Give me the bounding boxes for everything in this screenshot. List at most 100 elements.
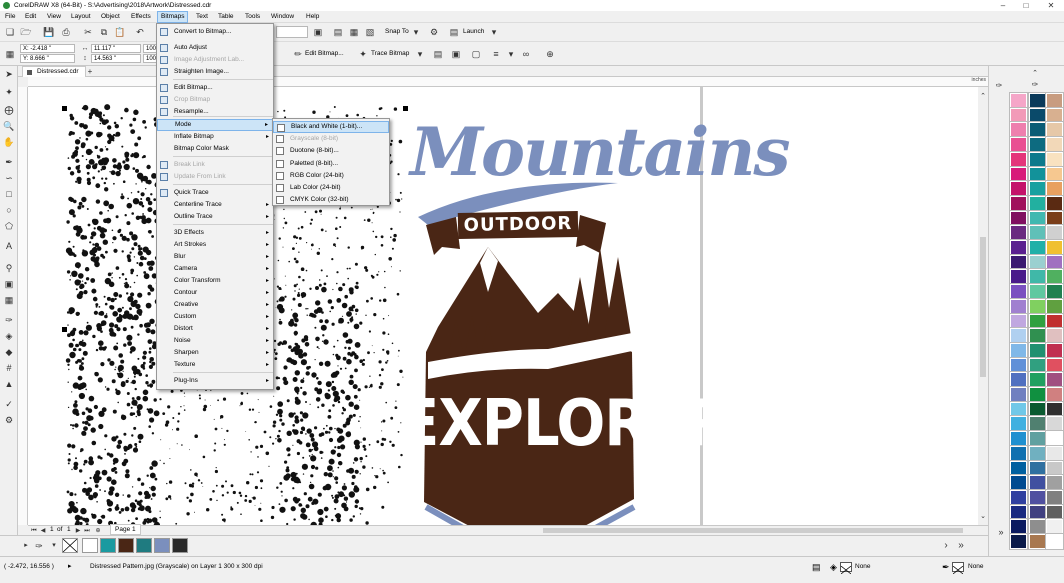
edit-bitmap-button[interactable]: Edit Bitmap... — [305, 48, 344, 60]
crop-bitmap-icon[interactable]: ▢ — [470, 48, 482, 60]
palette-swatch[interactable] — [1045, 121, 1064, 139]
palette-swatch[interactable] — [1045, 253, 1064, 271]
eyedropper-icon[interactable]: ✑ — [993, 80, 1005, 92]
bitmaps-menu-item-custom[interactable]: Custom ▸ — [157, 311, 273, 323]
palette-swatch[interactable] — [1009, 386, 1028, 403]
bitmaps-menu-item-resample[interactable]: Resample... — [157, 106, 273, 118]
palette-swatch[interactable] — [1028, 327, 1047, 345]
palette-swatch[interactable] — [1028, 430, 1047, 448]
horizontal-scroll-thumb[interactable] — [543, 528, 963, 533]
palette-swatch[interactable] — [1045, 150, 1064, 168]
palette-swatch[interactable] — [1009, 180, 1028, 198]
edit-bitmap-icon[interactable]: ✏ — [292, 48, 304, 60]
palette-swatch[interactable] — [1028, 165, 1047, 183]
y-position-field[interactable]: Y: 8.666 " — [20, 54, 75, 63]
palette-swatch[interactable] — [1009, 415, 1028, 433]
palette-swatch[interactable] — [1009, 444, 1028, 462]
no-color-swatch[interactable] — [62, 538, 78, 553]
launch-icon[interactable]: ▤ — [448, 26, 460, 38]
zoom-level-dropdown[interactable] — [276, 26, 308, 38]
palette-swatch[interactable] — [1028, 415, 1047, 433]
trace-bitmap-button[interactable]: Trace Bitmap — [371, 48, 409, 60]
palette-menu-icon[interactable]: ▸ — [20, 540, 32, 552]
play-icon[interactable]: ▸ — [68, 563, 72, 571]
copy-icon[interactable]: ⧉ — [98, 26, 110, 38]
zoom-tool-icon[interactable]: 🔍 — [3, 120, 15, 132]
palette-swatch[interactable] — [1028, 224, 1047, 242]
menu-file[interactable]: File — [2, 11, 18, 23]
text-tool-icon[interactable]: A — [3, 240, 15, 252]
palette-swatch[interactable] — [1045, 444, 1064, 462]
palette-swatch[interactable] — [1045, 518, 1064, 536]
add-icon[interactable]: ⊕ — [544, 48, 556, 60]
resample-icon[interactable]: ▤ — [432, 48, 444, 60]
trace-bitmap-icon[interactable]: ✦ — [357, 48, 369, 60]
doc-swatch-white[interactable] — [82, 538, 98, 553]
palette-swatch[interactable] — [1028, 400, 1047, 418]
palette-swatch[interactable] — [1028, 474, 1047, 492]
palette-swatch[interactable] — [1009, 371, 1028, 389]
palette-swatch[interactable] — [1009, 283, 1028, 301]
undo-icon[interactable]: ↶ — [134, 26, 146, 38]
palette-swatch[interactable] — [1009, 356, 1028, 374]
scroll-left-icon[interactable]: › — [940, 540, 952, 552]
x-position-field[interactable]: X: -2.418 " — [20, 44, 75, 53]
link-icon[interactable]: ∞ — [520, 48, 532, 60]
palette-swatch[interactable] — [1045, 297, 1064, 315]
new-document-icon[interactable]: ❏ — [4, 26, 16, 38]
bitmaps-menu-item-outline-trace[interactable]: Outline Trace ▸ — [157, 211, 273, 223]
mode-submenu-item-3[interactable]: Paletted (8-bit)... — [273, 158, 389, 170]
palette-swatch[interactable] — [1009, 518, 1028, 536]
snap-to-dropdown[interactable]: Snap To — [385, 26, 409, 38]
palette-swatch[interactable] — [1045, 459, 1064, 477]
pan-tool-icon[interactable]: ✋ — [3, 136, 15, 148]
menu-tools[interactable]: Tools — [242, 11, 263, 23]
bitmaps-menu-item-bitmap-color-mask[interactable]: Bitmap Color Mask — [157, 143, 273, 155]
palette-swatch[interactable] — [1045, 386, 1064, 403]
palette-swatch[interactable] — [1028, 209, 1047, 227]
palette-swatch[interactable] — [1028, 533, 1047, 550]
bitmaps-menu-item-straighten-image[interactable]: Straighten Image... — [157, 66, 273, 78]
doc-swatch-teal[interactable] — [100, 538, 116, 553]
palette-swatch[interactable] — [1045, 400, 1064, 418]
bitmaps-menu-item-3d-effects[interactable]: 3D Effects ▸ — [157, 227, 273, 239]
palette-swatch[interactable] — [1028, 106, 1047, 124]
menu-bitmaps[interactable]: Bitmaps — [157, 11, 189, 23]
chevron-down-icon[interactable]: ▾ — [48, 540, 60, 552]
palette-swatch[interactable] — [1028, 444, 1047, 462]
menu-effects[interactable]: Effects — [128, 11, 154, 23]
full-screen-icon[interactable]: ▣ — [312, 26, 324, 38]
bitmaps-menu-item-camera[interactable]: Camera ▸ — [157, 263, 273, 275]
eyedropper-icon[interactable]: ✑ — [33, 540, 45, 552]
paint-bucket-icon[interactable]: ▲ — [3, 378, 15, 390]
width-field[interactable]: 11.117 " — [91, 44, 141, 53]
height-field[interactable]: 14.563 " — [91, 54, 141, 63]
palette-swatch[interactable] — [1028, 136, 1047, 154]
doc-swatch-blue[interactable] — [154, 538, 170, 553]
bitmaps-menu-item-sharpen[interactable]: Sharpen ▸ — [157, 347, 273, 359]
palette-swatch[interactable] — [1045, 341, 1064, 359]
palette-swatch[interactable] — [1028, 371, 1047, 389]
palette-swatch[interactable] — [1009, 474, 1028, 492]
bitmaps-menu-item-centerline-trace[interactable]: Centerline Trace ▸ — [157, 199, 273, 211]
pick-tool-icon[interactable]: ➤ — [3, 68, 15, 80]
palette-swatch[interactable] — [1045, 312, 1064, 330]
menu-edit[interactable]: Edit — [22, 11, 39, 23]
palette-swatch[interactable] — [1045, 533, 1064, 550]
vertical-ruler[interactable] — [18, 87, 28, 525]
palette-swatch[interactable] — [1028, 150, 1047, 168]
chevron-down-icon[interactable]: ▾ — [488, 26, 500, 38]
document-tab[interactable]: Distressed.cdr — [22, 66, 86, 77]
mode-submenu-item-4[interactable]: RGB Color (24-bit) — [273, 170, 389, 182]
palette-swatch[interactable] — [1009, 297, 1028, 315]
scroll-right-icon[interactable]: » — [955, 540, 967, 552]
chevron-down-icon[interactable]: ▾ — [505, 48, 517, 60]
cut-icon[interactable]: ✂ — [82, 26, 94, 38]
palette-swatch[interactable] — [1028, 297, 1047, 315]
mode-submenu-item-0[interactable]: Black and White (1-bit)... — [273, 121, 389, 133]
palette-swatch[interactable] — [1045, 430, 1064, 448]
menu-object[interactable]: Object — [98, 11, 123, 23]
bitmaps-menu-item-art-strokes[interactable]: Art Strokes ▸ — [157, 239, 273, 251]
palette-swatch[interactable] — [1045, 356, 1064, 374]
paste-icon[interactable]: 📋 — [114, 26, 126, 38]
